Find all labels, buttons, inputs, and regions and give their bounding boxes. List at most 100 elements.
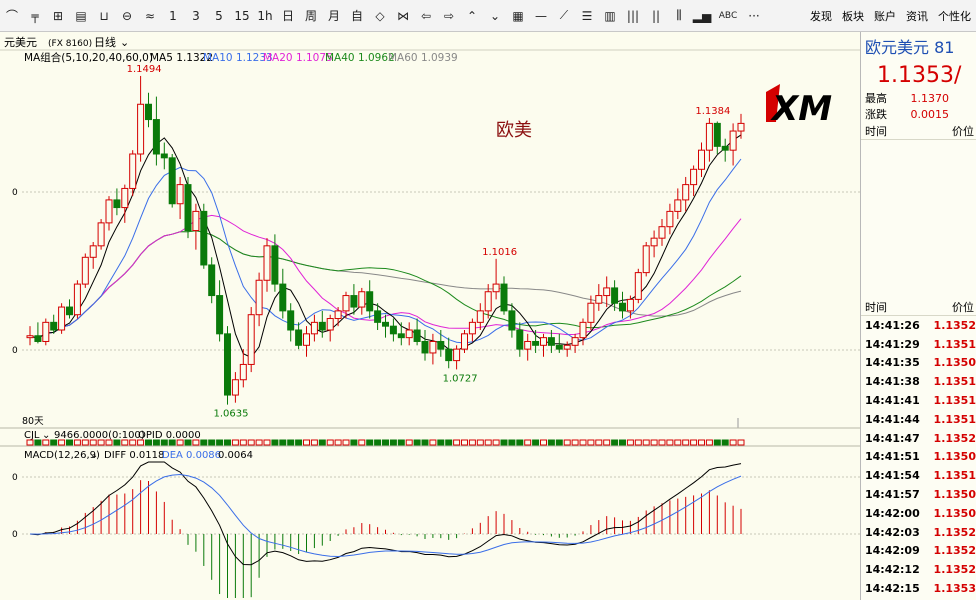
side-high-row: 最高 1.1370 <box>861 90 976 106</box>
candle <box>81 253 89 288</box>
cjl-label[interactable]: CJL <box>24 430 40 441</box>
crosshair-icon[interactable]: ╤ <box>24 5 46 27</box>
price-annotation: 1.0727 <box>443 373 478 384</box>
macd-label[interactable]: MACD(12,26,9) <box>24 450 100 461</box>
chart-watermark: 欧美 <box>496 120 532 141</box>
chevron-down-icon[interactable]: ⌄ <box>42 430 50 441</box>
candlestick-chart[interactable]: 元美元 (FX 8160) 日线 ⌄ MA组合(5,10,20,40,60,0)… <box>0 32 860 600</box>
menu-account[interactable]: 账户 <box>869 8 901 24</box>
list-icon[interactable]: ☰ <box>576 5 598 27</box>
volume-bar <box>737 439 745 446</box>
volume-bar <box>555 439 563 446</box>
chevron-down-icon[interactable]: ⌄ <box>90 450 98 461</box>
period-custom[interactable]: 自 <box>346 5 368 27</box>
volume-bar <box>231 439 239 446</box>
tick-price: 1.1352 <box>933 544 976 558</box>
chevron-down-icon[interactable]: ⌄ <box>484 5 506 27</box>
volume-bar <box>611 439 619 446</box>
candle <box>97 219 105 250</box>
slash-icon[interactable]: ⟋ <box>553 5 575 27</box>
abc-button[interactable]: ABC <box>714 5 742 27</box>
ma-group-label[interactable]: MA组合(5,10,20,40,60,0) <box>24 51 153 64</box>
period-1[interactable]: 1 <box>162 5 184 27</box>
tick-price: 1.1350 <box>933 450 976 464</box>
period-month[interactable]: 月 <box>323 5 345 27</box>
tick-price: 1.1351 <box>933 412 976 426</box>
menu-sector[interactable]: 板块 <box>837 8 869 24</box>
cjl-values: 9466.0000(0:100) <box>54 430 145 441</box>
volume-bar <box>721 439 729 446</box>
tick-time: 14:41:38 <box>865 375 920 389</box>
volume-bar <box>682 439 690 446</box>
period-3[interactable]: 3 <box>185 5 207 27</box>
volume-bar <box>58 439 66 446</box>
volume-bar <box>437 439 445 446</box>
period-1h[interactable]: 1h <box>254 5 276 27</box>
volume-bar <box>421 439 429 446</box>
volume-bar <box>405 439 413 446</box>
volume-bar <box>642 439 650 446</box>
arrow-left-icon[interactable]: ⇦ <box>415 5 437 27</box>
menu-personalize[interactable]: 个性化 <box>933 8 976 24</box>
bowtie-icon[interactable]: ⋈ <box>392 5 414 27</box>
tick-time: 14:41:41 <box>865 394 920 408</box>
period-15[interactable]: 15 <box>231 5 253 27</box>
volume-bar <box>634 439 642 446</box>
line-icon[interactable]: ⊔ <box>93 5 115 27</box>
grid-icon[interactable]: ▦ <box>507 5 529 27</box>
bars-icon[interactable]: ||| <box>622 5 644 27</box>
ruler-icon[interactable]: ⊖ <box>116 5 138 27</box>
volume-bar <box>271 439 279 446</box>
zoom-icon[interactable]: ⊞ <box>47 5 69 27</box>
tick-row: 14:41:29 1.1351 <box>861 335 976 354</box>
chevron-down-icon[interactable]: ⌄ <box>120 36 129 49</box>
tick-price: 1.1352 <box>933 431 976 445</box>
volume-bar <box>389 439 397 446</box>
period-day[interactable]: 日 <box>277 5 299 27</box>
chart-area[interactable]: 元美元 (FX 8160) 日线 ⌄ MA组合(5,10,20,40,60,0)… <box>0 32 860 600</box>
volume-bar <box>705 439 713 446</box>
kline-icon[interactable]: ▤ <box>70 5 92 27</box>
arrow-right-icon[interactable]: ⇨ <box>438 5 460 27</box>
volume-bar <box>255 439 263 446</box>
ma60-legend: MA60 1.0939 <box>388 52 458 64</box>
tick-row: 14:42:00 1.1350 <box>861 504 976 523</box>
side-hdr-price: 价位 <box>952 124 974 138</box>
chart-bars-icon[interactable]: ▂▅ <box>691 5 713 27</box>
dash-icon[interactable]: — <box>530 5 552 27</box>
tick-price: 1.1351 <box>933 337 976 351</box>
tick-time: 14:41:44 <box>865 412 920 426</box>
volume-bar <box>310 439 318 446</box>
table-icon[interactable]: ▥ <box>599 5 621 27</box>
chevron-up-icon[interactable]: ⌃ <box>461 5 483 27</box>
volume-bar <box>382 439 389 446</box>
more-icon[interactable]: ··· <box>743 5 765 27</box>
candle <box>73 280 81 319</box>
tick-price: 1.1351 <box>933 375 976 389</box>
side-title: 欧元美元 81 <box>865 38 955 57</box>
volume-bar <box>563 439 571 446</box>
bars2-icon[interactable]: || <box>645 5 667 27</box>
chart-code: (FX 8160) <box>48 39 92 49</box>
macd-diff: DIFF 0.0118 <box>104 450 164 461</box>
volume-bar <box>532 439 540 446</box>
menu-news[interactable]: 资讯 <box>901 8 933 24</box>
tick-time: 14:42:03 <box>865 525 920 539</box>
tick-price: 1.1353 <box>933 582 976 596</box>
volume-bar <box>516 439 524 446</box>
menu-discover[interactable]: 发现 <box>805 8 837 24</box>
volume-bar <box>468 439 476 446</box>
tick-time: 14:41:57 <box>865 488 920 502</box>
period-week[interactable]: 周 <box>300 5 322 27</box>
split-icon[interactable]: ⫼ <box>668 5 690 27</box>
period-5[interactable]: 5 <box>208 5 230 27</box>
ticks-list[interactable]: 14:41:26 1.1352 14:41:29 1.1351 14:41:35 1.13… <box>861 316 976 598</box>
side-price: 1.1353/ <box>877 62 962 88</box>
diamond-icon[interactable]: ◇ <box>369 5 391 27</box>
pointer-icon[interactable]: ⌒ <box>1 5 23 27</box>
tick-price: 1.1350 <box>933 506 976 520</box>
wave-icon[interactable]: ≈ <box>139 5 161 27</box>
volume-bar <box>595 439 603 446</box>
chart-period-selector[interactable]: 日线 <box>94 35 116 49</box>
svg-text:XM: XM <box>770 89 832 129</box>
